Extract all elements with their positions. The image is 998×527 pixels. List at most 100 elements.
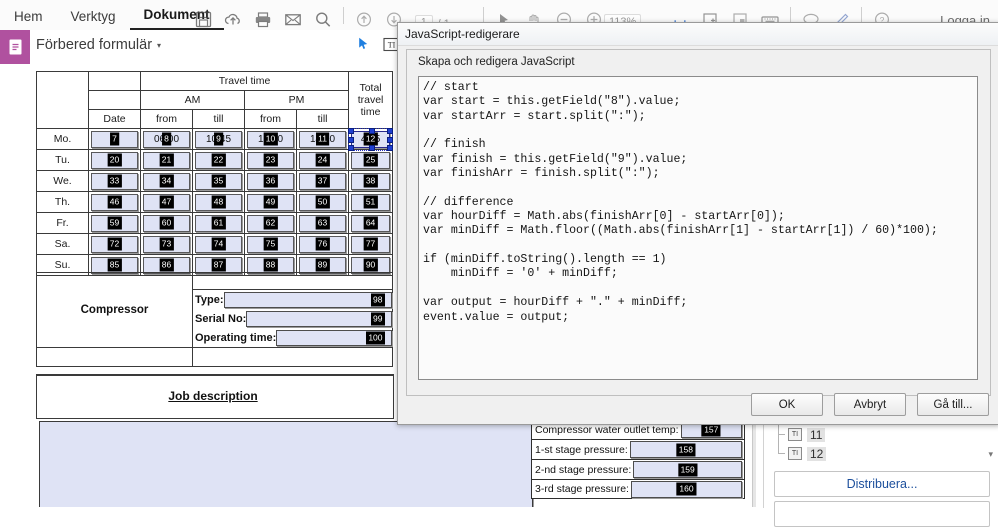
form-field-cell[interactable]: 22 xyxy=(192,149,245,171)
form-field-cell[interactable]: 63 xyxy=(295,212,350,234)
form-text-field[interactable]: 77 xyxy=(351,235,391,253)
form-text-field[interactable]: 75 xyxy=(247,235,294,253)
form-text-field[interactable]: 51 xyxy=(351,193,391,211)
reading-input[interactable]: 160 xyxy=(630,480,742,498)
form-field-cell[interactable]: 46 xyxy=(88,191,141,213)
previous-page-icon[interactable] xyxy=(349,0,379,30)
form-text-field[interactable]: 85 xyxy=(91,256,138,274)
field-list-item[interactable]: TI 12 xyxy=(778,434,974,463)
form-text-field[interactable]: 36 xyxy=(247,172,294,190)
cloud-upload-icon[interactable] xyxy=(218,0,248,30)
form-text-field[interactable]: 74 xyxy=(195,235,242,253)
search-icon[interactable] xyxy=(308,0,338,30)
form-field-cell[interactable]: 34 xyxy=(140,170,193,192)
form-field-cell[interactable]: 13:0010 xyxy=(244,128,297,150)
email-icon[interactable] xyxy=(278,0,308,30)
form-field-cell[interactable]: 49 xyxy=(244,191,297,213)
menu-item-verktyg[interactable]: Verktyg xyxy=(57,10,130,30)
form-field-cell[interactable]: 62 xyxy=(244,212,297,234)
form-text-field[interactable]: 48 xyxy=(195,193,242,211)
form-text-field[interactable]: 14:0011 xyxy=(299,130,347,148)
form-field-cell[interactable]: 50 xyxy=(295,191,350,213)
field-list-item[interactable]: TI 11 xyxy=(778,415,974,444)
form-field-cell[interactable]: 75 xyxy=(244,233,297,255)
form-text-field[interactable]: 13:0010 xyxy=(247,130,294,148)
prepare-form-button[interactable]: Förbered formulär ▾ xyxy=(36,37,161,53)
form-text-field[interactable]: 21 xyxy=(143,151,190,169)
form-text-field[interactable]: 06:008 xyxy=(143,130,190,148)
menu-item-hem[interactable]: Hem xyxy=(0,10,57,30)
form-field-cell[interactable]: 76 xyxy=(295,233,350,255)
form-field-cell[interactable]: 59 xyxy=(88,212,141,234)
form-field-cell[interactable]: 72 xyxy=(88,233,141,255)
form-field-cell[interactable]: 37 xyxy=(295,170,350,192)
form-field-cell[interactable]: 23 xyxy=(244,149,297,171)
reading-input[interactable]: 158 xyxy=(629,441,742,458)
form-text-field[interactable]: 76 xyxy=(299,235,347,253)
form-text-field[interactable]: 90 xyxy=(351,256,391,274)
form-field-cell[interactable]: 36 xyxy=(244,170,297,192)
form-text-field[interactable]: 37 xyxy=(299,172,347,190)
job-description-field[interactable] xyxy=(39,421,533,507)
form-text-field[interactable]: 24 xyxy=(299,151,347,169)
form-text-field[interactable]: 20 xyxy=(91,151,138,169)
reading-input[interactable]: 159 xyxy=(633,461,742,478)
form-field-cell[interactable]: 24 xyxy=(295,149,350,171)
form-field-cell[interactable]: 61 xyxy=(192,212,245,234)
form-text-field[interactable]: 22 xyxy=(195,151,242,169)
form-text-field[interactable]: 72 xyxy=(91,235,138,253)
select-arrow-icon[interactable] xyxy=(356,36,371,56)
form-field-cell[interactable]: 38 xyxy=(348,170,394,192)
form-field-cell[interactable]: 48 xyxy=(192,191,245,213)
form-text-field[interactable]: 38 xyxy=(351,172,391,190)
form-field-cell[interactable]: 60 xyxy=(140,212,193,234)
save-icon[interactable] xyxy=(188,0,218,30)
form-text-field[interactable]: 46 xyxy=(91,193,138,211)
form-text-field[interactable]: 60 xyxy=(143,214,190,232)
scroll-down-caret-icon[interactable]: ▾ xyxy=(988,449,993,460)
form-text-field[interactable]: 73 xyxy=(143,235,190,253)
form-text-field[interactable]: 35 xyxy=(195,172,242,190)
form-field-cell[interactable]: 10:459 xyxy=(192,128,245,150)
cancel-button[interactable]: Avbryt xyxy=(834,393,906,416)
ok-button[interactable]: OK xyxy=(751,393,823,416)
compressor-field-input[interactable]: 98 xyxy=(223,291,392,308)
form-field-cell[interactable]: 20 xyxy=(88,149,141,171)
form-text-field[interactable]: 77 xyxy=(91,130,138,148)
form-text-field[interactable]: 87 xyxy=(195,256,242,274)
form-field-cell[interactable]: 77 xyxy=(88,128,141,150)
form-text-field[interactable]: 63 xyxy=(299,214,347,232)
form-field-cell[interactable]: 73 xyxy=(140,233,193,255)
form-text-field[interactable]: 61 xyxy=(195,214,242,232)
form-text-field[interactable]: 34 xyxy=(143,172,190,190)
form-field-cell[interactable]: 21 xyxy=(140,149,193,171)
form-field-cell[interactable]: 33 xyxy=(88,170,141,192)
form-field-cell[interactable]: 06:008 xyxy=(140,128,193,150)
chevron-down-icon[interactable]: ▾ xyxy=(157,41,161,50)
form-text-field[interactable]: 47 xyxy=(143,193,190,211)
form-field-cell[interactable]: 74 xyxy=(192,233,245,255)
form-field-cell[interactable]: 47 xyxy=(140,191,193,213)
form-text-field[interactable]: 86 xyxy=(143,256,190,274)
form-text-field[interactable]: 23 xyxy=(247,151,294,169)
compressor-field-input[interactable]: 100 xyxy=(276,329,392,346)
distribute-button[interactable]: Distribuera... xyxy=(774,471,990,497)
compressor-field-input[interactable]: 99 xyxy=(246,310,392,327)
form-text-field[interactable]: 59 xyxy=(91,214,138,232)
form-field-cell[interactable]: 4:2512 xyxy=(348,127,394,151)
form-text-field[interactable]: 62 xyxy=(247,214,294,232)
form-field-cell[interactable]: 35 xyxy=(192,170,245,192)
form-text-field[interactable]: 49 xyxy=(247,193,294,211)
form-text-field[interactable]: 88 xyxy=(247,256,294,274)
form-text-field[interactable]: 50 xyxy=(299,193,347,211)
form-text-field[interactable]: 33 xyxy=(91,172,138,190)
javascript-code-editor[interactable]: // start var start = this.getField("8").… xyxy=(418,76,978,380)
form-text-field[interactable]: 64 xyxy=(351,214,391,232)
secondary-action-button[interactable] xyxy=(774,501,990,527)
form-text-field[interactable]: 10:459 xyxy=(195,130,242,148)
javascript-code-text[interactable]: // start var start = this.getField("8").… xyxy=(419,77,977,325)
form-text-field[interactable]: 89 xyxy=(299,256,347,274)
form-text-field[interactable]: 25 xyxy=(351,151,391,169)
goto-button[interactable]: Gå till... xyxy=(917,393,989,416)
form-field-cell[interactable]: 51 xyxy=(348,191,394,213)
